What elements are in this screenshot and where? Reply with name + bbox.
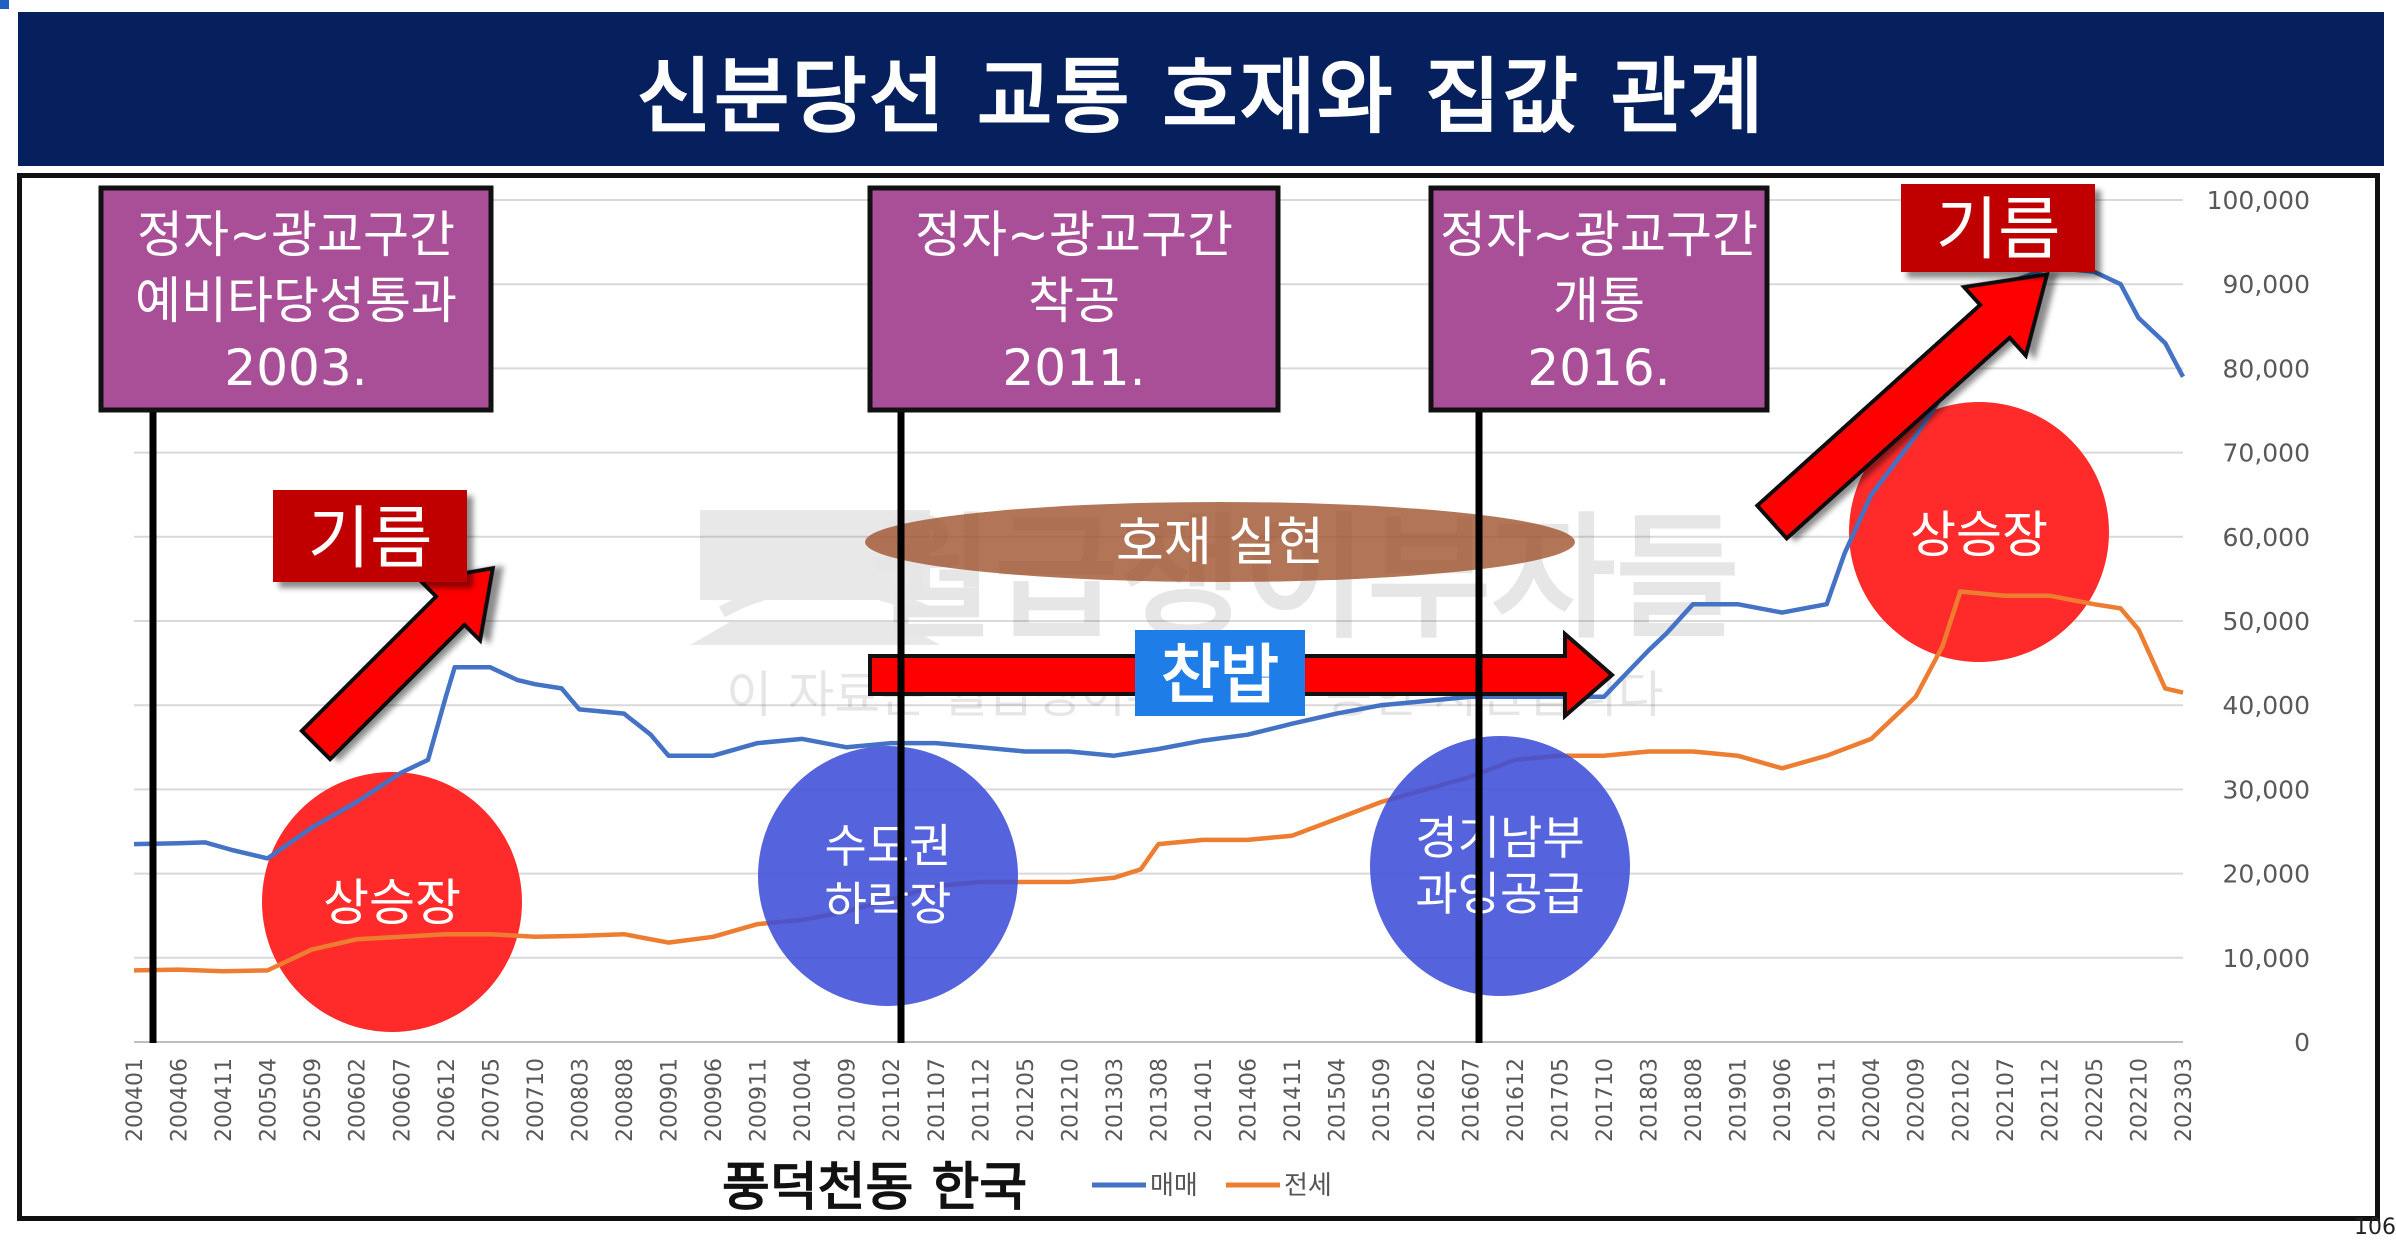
x-tick-label: 201004: [791, 1058, 816, 1142]
y-tick-label: 50,000: [2223, 607, 2310, 636]
circle-metro-downturn: 수도권 하락장: [758, 746, 1018, 1006]
x-tick-label: 201210: [1058, 1058, 1083, 1142]
x-tick-label: 200901: [658, 1058, 683, 1142]
location-label: 풍덕천동 한국: [722, 1158, 1027, 1218]
x-tick-label: 201607: [1459, 1058, 1484, 1142]
event-title: 정자~광교구간: [1440, 206, 1758, 264]
circle-oversupply: 경기남부 과잉공급: [1370, 736, 1630, 996]
circle-label-line2: 하락장: [825, 877, 952, 931]
x-tick-label: 200401: [123, 1058, 148, 1142]
x-tick-label: 200607: [390, 1058, 415, 1142]
x-tick-label: 201504: [1326, 1058, 1351, 1142]
x-tick-label: 201112: [969, 1058, 994, 1142]
event-stage: 착공: [1028, 272, 1120, 330]
circle-shape: [1370, 736, 1630, 996]
x-tick-label: 200602: [346, 1058, 371, 1142]
x-tick-label: 202107: [1994, 1058, 2019, 1142]
x-tick-label: 200411: [212, 1058, 237, 1142]
event-stage: 예비타당성통과: [135, 272, 457, 330]
x-tick-label: 201401: [1192, 1058, 1217, 1142]
event-title: 정자~광교구간: [137, 206, 455, 264]
page-number: 106: [2354, 1215, 2396, 1240]
x-tick-label: 200710: [524, 1058, 549, 1142]
cold-rice-label: 찬밥: [1161, 639, 1279, 713]
y-tick-label: 100,000: [2207, 186, 2310, 215]
x-tick-label: 200906: [702, 1058, 727, 1142]
event-year: 2016.: [1527, 339, 1670, 397]
legend-label-jeonse: 전세: [1284, 1171, 1332, 1201]
circle-label-line1: 경기남부: [1415, 811, 1584, 865]
y-tick-label: 80,000: [2223, 354, 2310, 383]
x-tick-label: 202112: [2038, 1058, 2063, 1142]
x-tick-label: 200803: [568, 1058, 593, 1142]
circle-label: 상승장: [323, 874, 461, 932]
y-tick-label: 0: [2294, 1028, 2310, 1057]
x-tick-label: 201901: [1727, 1058, 1752, 1142]
x-tick-label: 200808: [613, 1058, 638, 1142]
x-tick-label: 200911: [747, 1058, 772, 1142]
circle-label: 상승장: [1910, 506, 2048, 564]
x-axis-tick-labels: 200401 200406 200411 200504 200509 200602 2006…: [123, 1058, 2197, 1142]
y-tick-label: 40,000: [2223, 691, 2310, 720]
event-box-feasibility: 정자~광교구간 예비타당성통과 2003.: [98, 185, 494, 413]
x-tick-label: 201705: [1548, 1058, 1573, 1142]
circle-label-line1: 수도권: [825, 819, 952, 873]
y-tick-label: 60,000: [2223, 523, 2310, 552]
x-tick-label: 201509: [1370, 1058, 1395, 1142]
event-box-construction: 정자~광교구간 착공 2011.: [867, 185, 1281, 413]
x-tick-label: 201406: [1237, 1058, 1262, 1142]
momentum-arrow-left: 기름: [273, 490, 496, 762]
y-tick-label: 10,000: [2223, 944, 2310, 973]
x-tick-label: 201710: [1593, 1058, 1618, 1142]
event-stage: 개통: [1553, 272, 1645, 330]
y-tick-label: 70,000: [2223, 439, 2310, 468]
x-tick-label: 200705: [479, 1058, 504, 1142]
momentum-label: 기름: [1935, 191, 2060, 270]
x-tick-label: 201803: [1637, 1058, 1662, 1142]
x-tick-label: 202009: [1905, 1058, 1930, 1142]
y-tick-label: 30,000: [2223, 775, 2310, 804]
x-tick-label: 200406: [168, 1058, 193, 1142]
x-tick-label: 201911: [1816, 1058, 1841, 1142]
circle-label-line2: 과잉공급: [1415, 867, 1584, 921]
event-title: 정자~광교구간: [915, 206, 1233, 264]
x-tick-label: 200509: [301, 1058, 326, 1142]
x-tick-label: 201612: [1504, 1058, 1529, 1142]
x-tick-label: 202210: [2127, 1058, 2152, 1142]
event-year: 2003.: [224, 339, 367, 397]
y-tick-label: 90,000: [2223, 270, 2310, 299]
chart-legend: 매매 전세: [1092, 1171, 1332, 1201]
x-tick-label: 202004: [1860, 1058, 1885, 1142]
circle-shape: [758, 746, 1018, 1006]
momentum-label: 기름: [307, 500, 432, 579]
x-tick-label: 201205: [1014, 1058, 1039, 1142]
y-axis-tick-labels: 0 10,000 20,000 30,000 40,000 50,000 60,000 70,…: [2207, 186, 2310, 1057]
realization-label: 호재 실현: [1116, 513, 1324, 573]
x-tick-label: 201308: [1148, 1058, 1173, 1142]
y-tick-label: 20,000: [2223, 860, 2310, 889]
x-tick-label: 202303: [2172, 1058, 2197, 1142]
x-tick-label: 200612: [435, 1058, 460, 1142]
legend-label-sale: 매매: [1150, 1171, 1198, 1201]
x-tick-label: 201009: [836, 1058, 861, 1142]
realization-ellipse: 호재 실현: [865, 502, 1575, 582]
x-tick-label: 201102: [880, 1058, 905, 1142]
x-tick-label: 201808: [1682, 1058, 1707, 1142]
x-tick-label: 201906: [1771, 1058, 1796, 1142]
x-tick-label: 201411: [1281, 1058, 1306, 1142]
x-tick-label: 201107: [925, 1058, 950, 1142]
x-tick-label: 202102: [1949, 1058, 1974, 1142]
circle-rising-market-1: 상승장: [262, 772, 522, 1032]
x-tick-label: 201303: [1103, 1058, 1128, 1142]
x-tick-label: 200504: [257, 1058, 282, 1142]
event-year: 2011.: [1002, 339, 1145, 397]
x-tick-label: 202205: [2083, 1058, 2108, 1142]
event-box-opening: 정자~광교구간 개통 2016.: [1428, 185, 1770, 413]
line-chart: 0 10,000 20,000 30,000 40,000 50,000 60,000 70,…: [98, 184, 2310, 1218]
x-tick-label: 201602: [1415, 1058, 1440, 1142]
